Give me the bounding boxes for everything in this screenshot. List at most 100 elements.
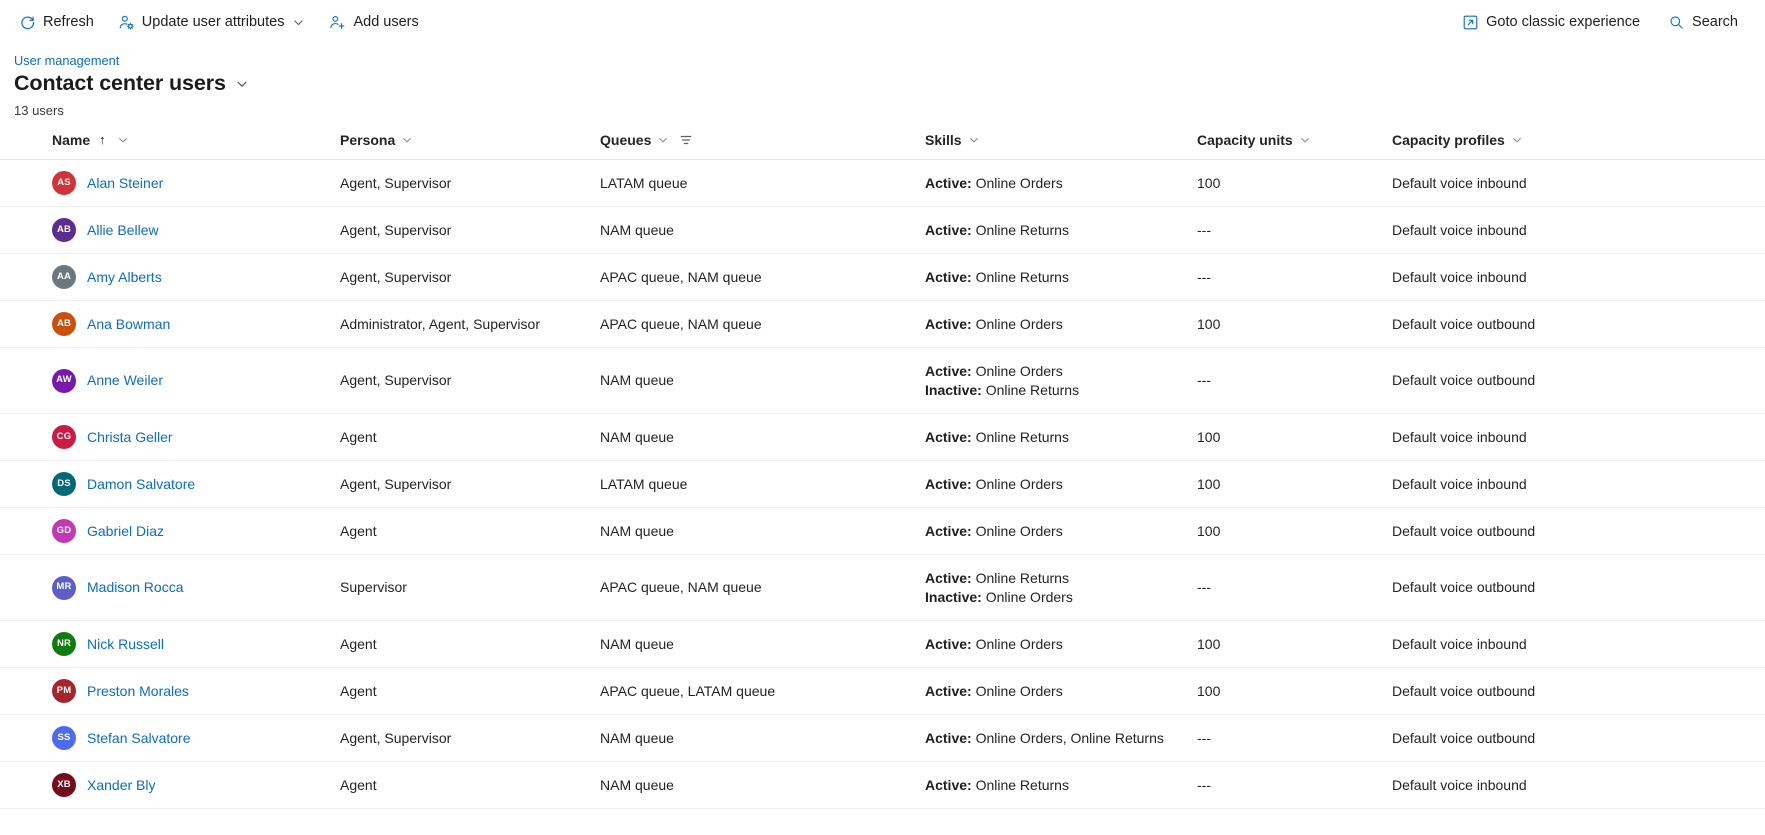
avatar: AW	[52, 368, 76, 393]
cell-name: GD Gabriel Diaz	[0, 513, 340, 549]
table-body: AS Alan Steiner Agent, Supervisor LATAM que…	[0, 160, 1765, 809]
cell-capacity-units: 100	[1197, 682, 1221, 699]
refresh-label: Refresh	[43, 14, 94, 30]
column-menu-chevron-down-icon[interactable]	[401, 134, 413, 146]
skill-status-label: Active:	[925, 221, 976, 238]
user-name-link[interactable]: Preston Morales	[87, 682, 189, 700]
column-header-name[interactable]: Name ↑	[0, 125, 340, 155]
user-settings-icon	[118, 14, 135, 31]
table-row[interactable]: PM Preston Morales Agent APAC queue, LATAM …	[0, 668, 1765, 715]
cell-name: AS Alan Steiner	[0, 165, 340, 201]
avatar: NR	[52, 632, 76, 656]
user-name-link[interactable]: Gabriel Diaz	[87, 522, 164, 540]
skill-line: Active: Online Orders	[925, 362, 1187, 380]
table-row[interactable]: AB Allie Bellew Agent, Supervisor NAM queue…	[0, 207, 1765, 254]
column-menu-chevron-down-icon[interactable]	[117, 134, 129, 146]
cell-persona: Agent	[340, 635, 377, 652]
user-name-link[interactable]: Christa Geller	[87, 428, 173, 446]
avatar: GD	[52, 519, 76, 543]
column-header-label: Queues	[600, 131, 652, 148]
column-header-queues[interactable]: Queues	[600, 125, 925, 155]
refresh-icon	[19, 14, 36, 31]
cell-capacity-profiles: Default voice inbound	[1392, 776, 1527, 793]
column-header-label: Persona	[340, 131, 396, 148]
cell-persona: Administrator, Agent, Supervisor	[340, 315, 540, 332]
cell-capacity-units: 100	[1197, 428, 1221, 445]
skill-status-label: Active:	[925, 570, 976, 587]
user-name-link[interactable]: Allie Bellew	[87, 221, 159, 239]
goto-classic-experience-button[interactable]: Goto classic experience	[1453, 9, 1649, 36]
table-row[interactable]: AW Anne Weiler Agent, Supervisor NAM queue A…	[0, 348, 1765, 414]
cell-capacity-profiles: Default voice inbound	[1392, 428, 1527, 445]
table-row[interactable]: MR Madison Rocca Supervisor APAC queue, NAM…	[0, 555, 1765, 621]
open-external-icon	[1462, 14, 1479, 31]
user-name-link[interactable]: Madison Rocca	[87, 578, 184, 596]
skill-status-label: Active:	[925, 635, 976, 652]
column-header-capacity-profiles[interactable]: Capacity profiles	[1392, 125, 1765, 155]
user-name-link[interactable]: Amy Alberts	[87, 268, 162, 286]
update-user-attributes-button[interactable]: Update user attributes	[109, 9, 315, 36]
refresh-button[interactable]: Refresh	[10, 9, 103, 36]
user-name-link[interactable]: Xander Bly	[87, 776, 155, 794]
add-users-button[interactable]: Add users	[320, 9, 427, 36]
table-row[interactable]: CG Christa Geller Agent NAM queue Active: On…	[0, 414, 1765, 461]
cell-persona: Agent, Supervisor	[340, 372, 452, 389]
column-menu-chevron-down-icon[interactable]	[1511, 134, 1523, 146]
table-row[interactable]: GD Gabriel Diaz Agent NAM queue Active: Onli…	[0, 508, 1765, 555]
cell-persona: Agent	[340, 682, 377, 699]
skill-status-label: Active:	[925, 174, 976, 191]
column-header-label: Capacity units	[1197, 131, 1293, 148]
skill-line: Active: Online Orders, Online Returns	[925, 729, 1187, 747]
view-selector-chevron-down-icon[interactable]	[235, 77, 249, 91]
skill-status-label: Active:	[925, 363, 976, 380]
column-header-label: Name	[52, 131, 91, 148]
cell-name: XB Xander Bly	[0, 767, 340, 803]
user-name-link[interactable]: Anne Weiler	[87, 371, 163, 389]
column-menu-chevron-down-icon[interactable]	[657, 134, 669, 146]
cell-skills: Active: Online Orders Inactive: Online Re…	[925, 356, 1197, 405]
cell-queues: NAM queue	[600, 522, 674, 539]
cell-name: AW Anne Weiler	[0, 363, 340, 399]
cell-skills: Active: Online Returns	[925, 262, 1197, 292]
add-users-label: Add users	[353, 14, 419, 30]
user-name-link[interactable]: Alan Steiner	[87, 174, 163, 192]
column-filter-icon[interactable]	[679, 133, 693, 147]
search-button[interactable]: Search	[1659, 9, 1747, 36]
cell-capacity-profiles: Default voice outbound	[1392, 522, 1536, 539]
cell-capacity-profiles: Default voice outbound	[1392, 315, 1536, 332]
skill-line: Active: Online Orders	[925, 635, 1187, 653]
column-menu-chevron-down-icon[interactable]	[1299, 134, 1311, 146]
table-row[interactable]: DS Damon Salvatore Agent, Supervisor LATAM …	[0, 461, 1765, 508]
table-row[interactable]: AB Ana Bowman Administrator, Agent, Superv…	[0, 301, 1765, 348]
cell-queues: APAC queue, NAM queue	[600, 268, 762, 285]
user-name-link[interactable]: Ana Bowman	[87, 315, 170, 333]
chevron-down-icon	[292, 16, 305, 29]
table-row[interactable]: NR Nick Russell Agent NAM queue Active: Onli…	[0, 621, 1765, 668]
table-row[interactable]: AS Alan Steiner Agent, Supervisor LATAM que…	[0, 160, 1765, 207]
column-header-skills[interactable]: Skills	[925, 125, 1197, 155]
skill-value: Online Returns	[975, 221, 1069, 238]
column-menu-chevron-down-icon[interactable]	[968, 134, 980, 146]
table-row[interactable]: XB Xander Bly Agent NAM queue Active: Online…	[0, 762, 1765, 809]
user-name-link[interactable]: Stefan Salvatore	[87, 729, 191, 747]
cell-capacity-units: ---	[1197, 372, 1211, 389]
table-row[interactable]: AA Amy Alberts Agent, Supervisor APAC queue…	[0, 254, 1765, 301]
avatar: CG	[52, 425, 76, 449]
update-user-attributes-label: Update user attributes	[141, 14, 285, 30]
skill-line: Active: Online Returns	[925, 428, 1187, 446]
skill-line: Active: Online Orders	[925, 682, 1187, 700]
user-name-link[interactable]: Damon Salvatore	[87, 475, 195, 493]
breadcrumb-user-management[interactable]: User management	[14, 53, 119, 68]
user-name-link[interactable]: Nick Russell	[87, 635, 164, 653]
table-row[interactable]: SS Stefan Salvatore Agent, Supervisor NAM q…	[0, 715, 1765, 762]
cell-capacity-profiles: Default voice outbound	[1392, 372, 1536, 389]
cell-skills: Active: Online Orders, Online Returns	[925, 723, 1197, 753]
skill-line: Active: Online Returns	[925, 221, 1187, 239]
column-header-capacity-units[interactable]: Capacity units	[1197, 125, 1392, 155]
cell-skills: Active: Online Returns	[925, 770, 1197, 800]
skill-status-label: Active:	[925, 315, 976, 332]
goto-classic-experience-label: Goto classic experience	[1486, 14, 1641, 30]
cell-skills: Active: Online Orders	[925, 676, 1197, 706]
page-title-row: Contact center users	[14, 71, 1765, 96]
column-header-persona[interactable]: Persona	[340, 125, 600, 155]
